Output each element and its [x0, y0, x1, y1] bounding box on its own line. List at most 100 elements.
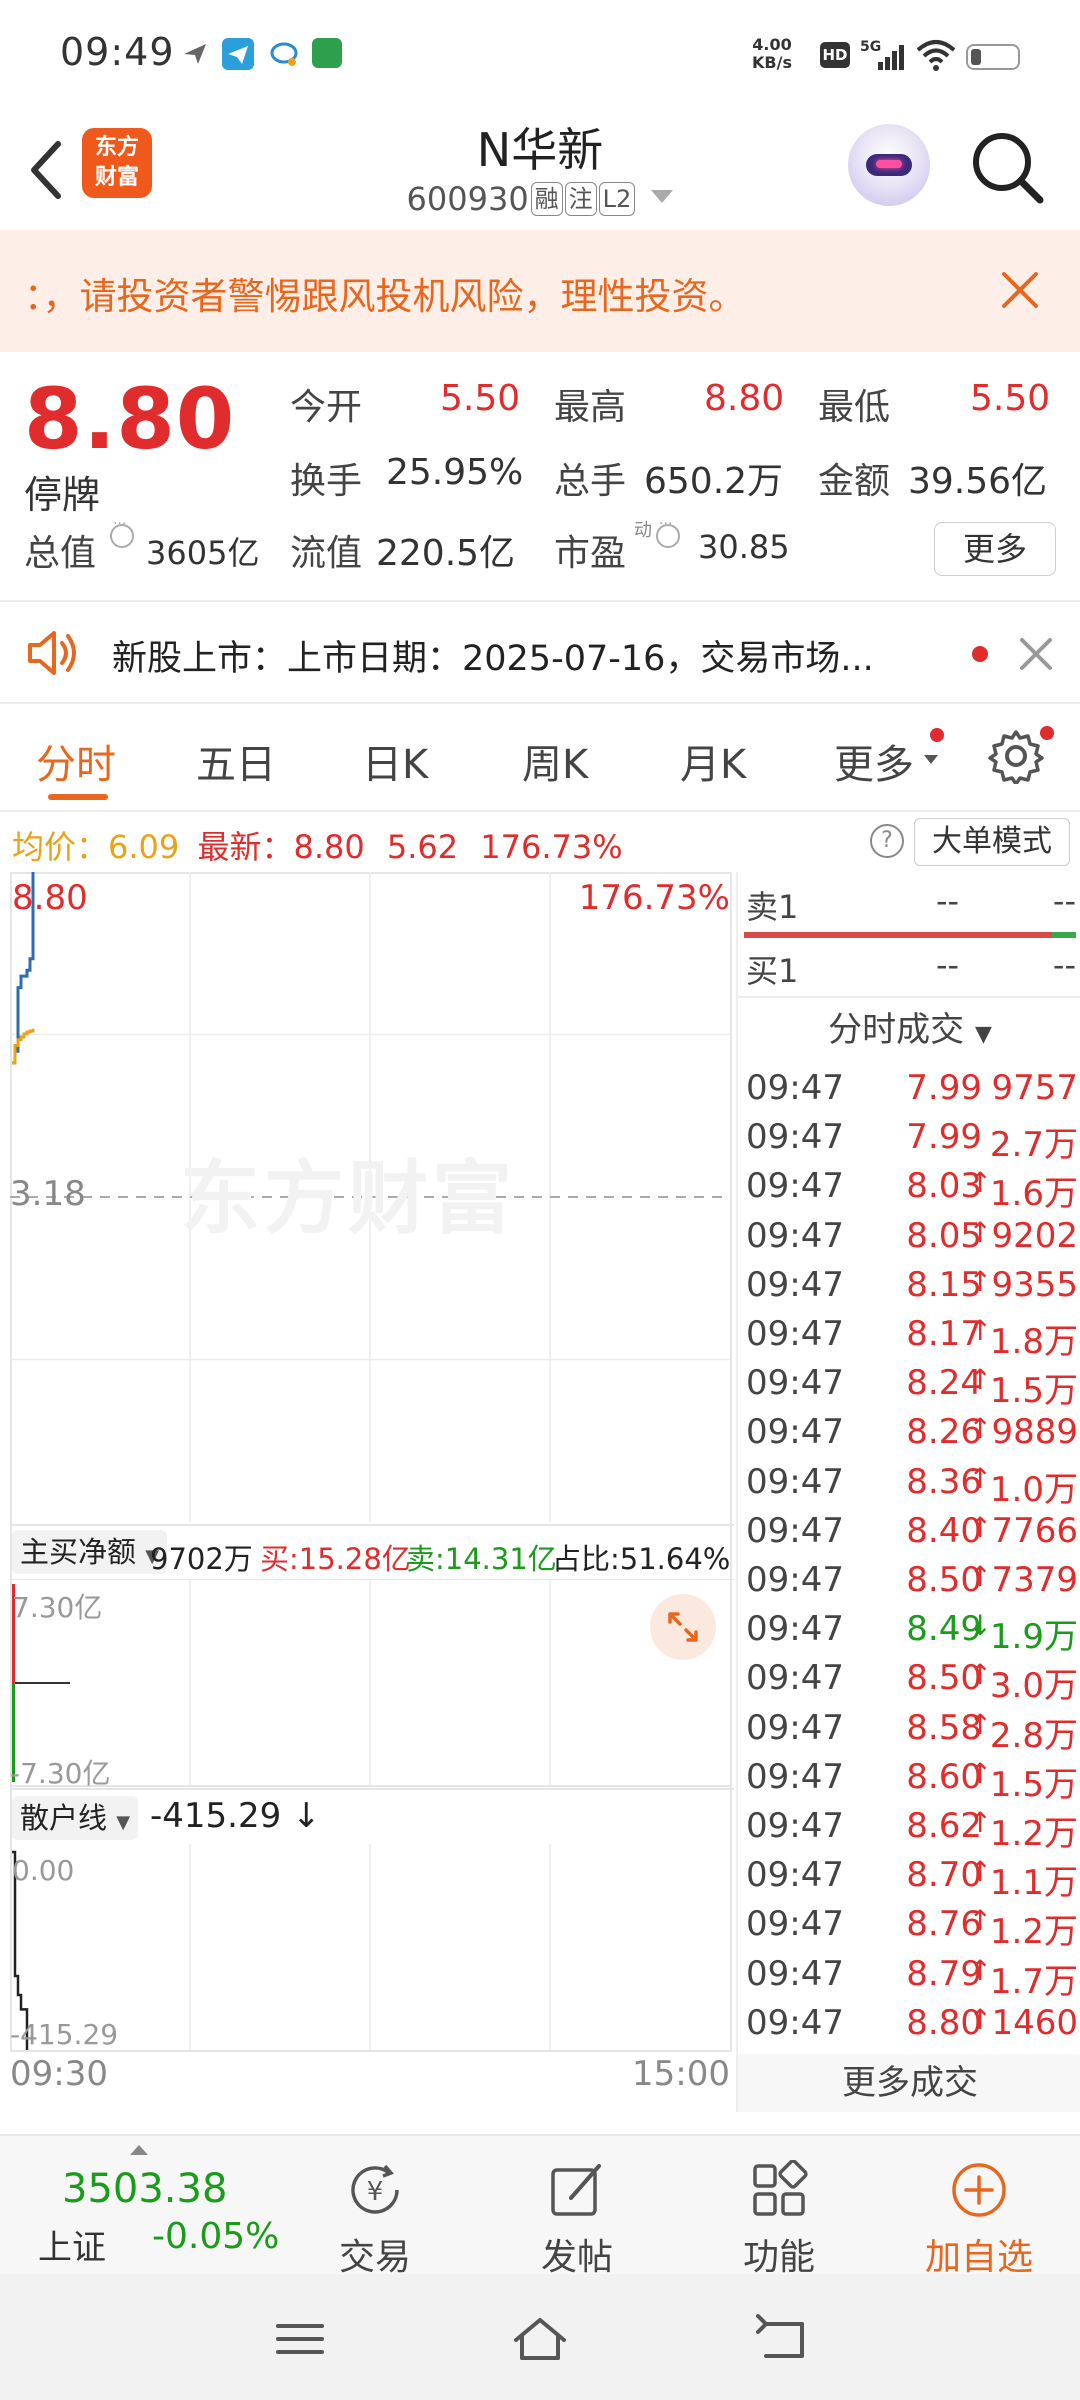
tick-row: 09:47 8.62 ↑ 1.2万 — [746, 1806, 1078, 1856]
tick-direction-arrow: ↑ — [968, 1658, 992, 1692]
big-order-mode-button[interactable]: 大单模式 — [914, 818, 1070, 866]
watermark: 东方财富 — [180, 1152, 516, 1245]
tick-volume: 1.9万 — [989, 1617, 1078, 1658]
settings-gear-icon[interactable] — [988, 728, 1044, 788]
search-button[interactable] — [968, 128, 1048, 208]
trading-status: 停牌 — [24, 473, 101, 517]
network-speed: 4.00 KB/s — [752, 36, 792, 72]
divider — [738, 996, 1080, 998]
fund-selector-dropdown[interactable]: 主买净额 ▼ — [12, 1530, 168, 1574]
trade-button[interactable]: ¥ 交易 — [310, 2150, 440, 2278]
retail-line-value: -415.29 ↓ — [150, 1796, 321, 1836]
tick-row: 09:47 8.15 ↑ 9355 — [746, 1265, 1078, 1315]
tick-direction-arrow: ↑ — [968, 1855, 992, 1889]
home-icon[interactable] — [510, 2314, 570, 2364]
tick-time: 09:47 — [746, 1412, 844, 1453]
change-percent: 176.73% — [480, 828, 623, 866]
tab-more[interactable]: 更多 — [834, 732, 914, 790]
more-trades-button[interactable]: 更多成交 — [738, 2054, 1080, 2112]
ai-assistant-robot-icon[interactable] — [848, 124, 930, 206]
tick-time: 09:47 — [746, 1117, 844, 1158]
tick-time: 09:47 — [746, 1264, 844, 1305]
intraday-chart[interactable]: 东方财富 8.80 176.73% 3.18 主买净额 ▼ 9702万 买:15… — [10, 872, 734, 2112]
speaker-icon — [26, 628, 82, 682]
post-label: 发帖 — [540, 2237, 613, 2278]
pe-dynamic-sup: 动 — [634, 520, 652, 541]
tick-time: 09:47 — [746, 1363, 844, 1404]
retail-top-label: 0.00 — [12, 1854, 75, 1887]
chat-icon — [268, 38, 298, 68]
info-dots-icon[interactable] — [106, 516, 138, 556]
order-book-bar-green — [1052, 932, 1076, 938]
info-dots-icon[interactable] — [652, 516, 684, 556]
tab-intraday[interactable]: 分时 — [36, 732, 116, 790]
back-button[interactable] — [20, 130, 80, 210]
logo-text-line2: 财富 — [94, 165, 139, 190]
net-speed-unit: KB/s — [752, 53, 792, 72]
price-mid-label: 3.18 — [10, 1174, 86, 1214]
back-icon[interactable] — [752, 2314, 812, 2364]
add-watchlist-button[interactable]: 加自选 — [914, 2150, 1044, 2278]
chevron-up-icon — [130, 2140, 148, 2159]
fund-top-label: 7.30亿 — [12, 1591, 103, 1624]
tab-weekly-k[interactable]: 周K — [522, 732, 588, 790]
back-arrow-icon — [31, 141, 61, 199]
tick-volume: 1.6万 — [989, 1174, 1078, 1215]
send-icon — [180, 38, 210, 68]
volume-label: 总手 — [554, 461, 627, 502]
amount-value: 39.56亿 — [908, 461, 1048, 502]
open-value: 5.50 — [440, 378, 521, 419]
tick-direction-arrow: ↑ — [968, 1904, 992, 1938]
index-ticker[interactable]: 3503.38 上证 -0.05% — [0, 2136, 300, 2276]
fund-net-value: 9702万 — [150, 1542, 253, 1576]
tick-volume: 9889 — [991, 1412, 1078, 1453]
volume-value: 650.2万 — [644, 461, 784, 502]
buy1-volume: -- — [1052, 946, 1076, 984]
tick-direction-arrow: ↓ — [968, 1609, 992, 1643]
close-icon[interactable] — [1018, 636, 1054, 672]
tick-row: 09:47 8.79 ↑ 1.7万 — [746, 1954, 1078, 2004]
app-notification-icon — [312, 38, 342, 68]
tab-monthly-k[interactable]: 月K — [680, 732, 746, 790]
stock-header: N华新 600930 融注 L2 东方 财富 — [0, 110, 1080, 230]
high-label: 最高 — [554, 387, 627, 428]
sell1-price: -- — [936, 882, 960, 920]
tick-row: 09:47 8.05 ↑ 9202 — [746, 1216, 1078, 1266]
tick-direction-arrow: ↑ — [968, 1215, 992, 1249]
tick-direction-arrow: ↑ — [968, 1510, 992, 1544]
retail-bottom-label: -415.29 — [10, 2018, 119, 2051]
tick-time: 09:47 — [746, 1953, 844, 1994]
menu-icon[interactable] — [270, 2314, 330, 2364]
tick-row: 09:47 8.50 ↑ 3.0万 — [746, 1658, 1078, 1708]
retail-selector-dropdown[interactable]: 散户线 ▼ — [12, 1796, 139, 1840]
tick-time: 09:47 — [746, 1756, 844, 1797]
trade-yen-glyph: ¥ — [367, 2177, 384, 2207]
chevron-down-icon: ▼ — [116, 1812, 131, 1833]
tick-direction-arrow: ↑ — [968, 1412, 992, 1446]
bottom-nav: 3503.38 上证 -0.05% ¥ 交易 发帖 功能 加自选 — [0, 2134, 1080, 2278]
more-quote-button[interactable]: 更多 — [934, 522, 1056, 576]
help-icon[interactable]: ? — [870, 824, 904, 858]
stock-code: 600930 — [406, 180, 529, 218]
eastmoney-logo[interactable]: 东方 财富 — [82, 128, 152, 198]
tick-row: 09:47 8.17 ↑ 1.8万 — [746, 1314, 1078, 1364]
telegram-icon — [222, 38, 254, 70]
ticks-header[interactable]: 分时成交 ▼ — [738, 1002, 1080, 1051]
tick-row: 09:47 8.80 ↑ 1460 — [746, 2003, 1078, 2053]
tick-volume: 1460 — [991, 2002, 1078, 2043]
notice-bar[interactable]: 新股上市：上市日期：2025-07-16，交易市场... — [0, 602, 1080, 702]
tick-row: 09:47 8.03 ↑ 1.6万 — [746, 1166, 1078, 1216]
tick-time: 09:47 — [746, 1068, 844, 1108]
tab-daily-k[interactable]: 日K — [362, 732, 428, 790]
tick-time: 09:47 — [746, 1904, 844, 1945]
features-label: 功能 — [742, 2237, 815, 2278]
tick-time: 09:47 — [746, 2002, 844, 2043]
tick-volume: 1.5万 — [989, 1764, 1078, 1805]
post-button[interactable]: 发帖 — [512, 2150, 642, 2278]
tab-five-day[interactable]: 五日 — [196, 732, 276, 790]
features-button[interactable]: 功能 — [714, 2150, 844, 2278]
expand-icon[interactable] — [650, 1594, 716, 1660]
close-icon[interactable] — [998, 268, 1042, 312]
tick-time: 09:47 — [746, 1609, 844, 1650]
time-start-label: 09:30 — [10, 2054, 108, 2094]
